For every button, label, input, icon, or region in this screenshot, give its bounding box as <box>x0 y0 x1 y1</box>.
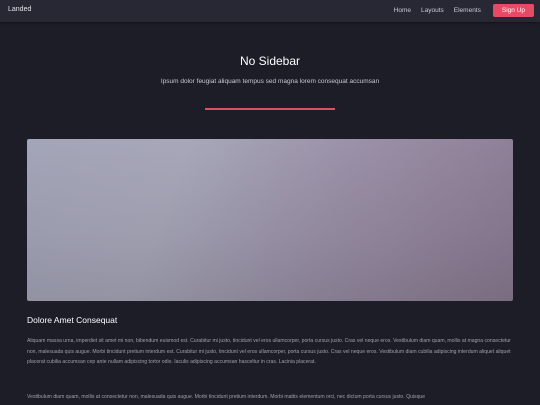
sign-up-button[interactable]: Sign Up <box>492 4 534 17</box>
body-paragraph: Vestibulum diam quam, mollis at consecte… <box>27 394 426 400</box>
main-nav: Home Layouts Elements Sign Up <box>394 4 534 17</box>
section-heading: Dolore Amet Consequat <box>27 315 118 325</box>
nav-home-link[interactable]: Home <box>394 7 411 14</box>
page-title: No Sidebar <box>239 54 301 68</box>
nav-layouts-link[interactable]: Layouts <box>421 7 444 14</box>
logo-link[interactable]: Landed <box>8 6 31 13</box>
site-header: Landed Home Layouts Elements Sign Up <box>0 0 540 22</box>
title-divider <box>205 108 335 110</box>
banner-image <box>27 139 513 301</box>
body-paragraph: Aliquam massa urna, imperdiet sit amet m… <box>27 338 511 365</box>
page-subtitle: Ipsum dolor feugiat aliquam tempus sed m… <box>160 78 380 85</box>
nav-elements-link[interactable]: Elements <box>454 7 481 14</box>
